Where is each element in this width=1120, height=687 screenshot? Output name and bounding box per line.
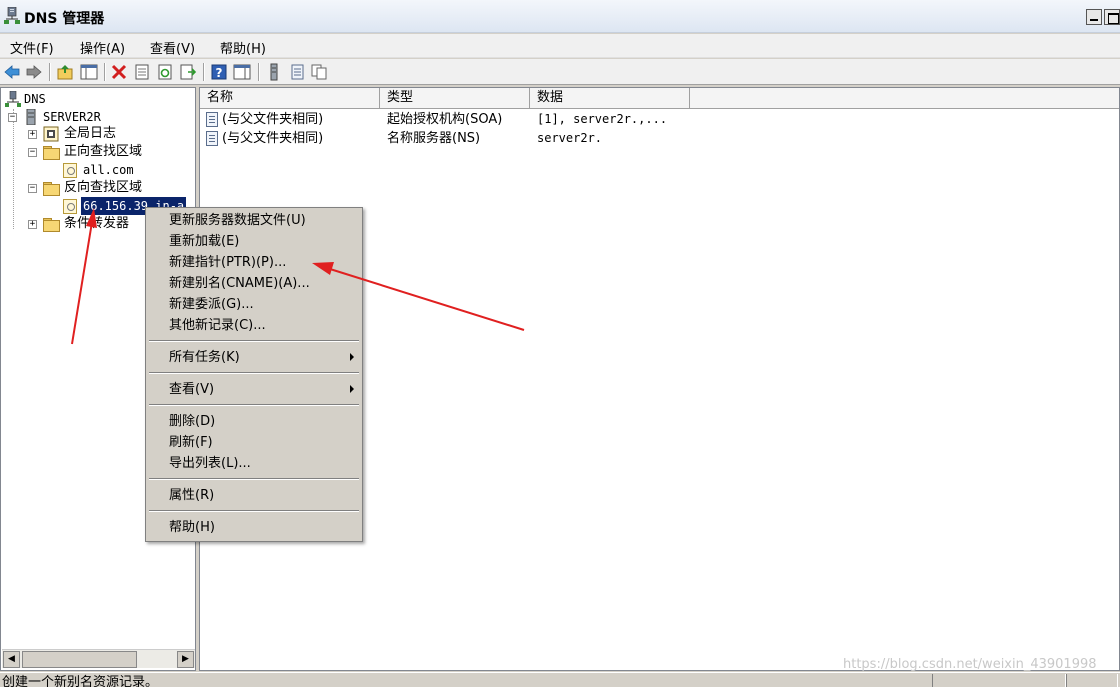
copy-icon[interactable] <box>310 63 328 81</box>
expand-icon[interactable]: + <box>28 220 37 229</box>
delete-icon[interactable] <box>110 63 128 81</box>
scroll-right-icon[interactable]: ▶ <box>177 651 194 668</box>
column-data[interactable]: 数据 <box>530 88 690 109</box>
console-icon[interactable] <box>233 63 251 81</box>
tree-label-reverse-zones: 反向查找区域 <box>64 180 143 195</box>
submenu-arrow-icon <box>350 353 354 361</box>
folder-icon <box>43 146 60 160</box>
expand-icon[interactable]: + <box>28 130 37 139</box>
menu-separator <box>149 340 359 342</box>
folder-icon <box>43 182 60 196</box>
server-icon[interactable] <box>265 63 283 81</box>
menu-item-refresh[interactable]: 刷新(F) <box>169 433 213 452</box>
up-folder-icon[interactable] <box>56 63 74 81</box>
dns-root-icon <box>5 91 21 107</box>
menu-file[interactable]: 文件(F) <box>8 37 56 58</box>
submenu-arrow-icon <box>350 385 354 393</box>
menu-separator <box>149 372 359 374</box>
record-icon <box>206 131 218 146</box>
properties-icon[interactable] <box>133 63 151 81</box>
tree-label-forward-zone-item: all.com <box>83 163 134 177</box>
menu-item-export-list[interactable]: 导出列表(L)... <box>169 454 251 473</box>
scrollbar-thumb[interactable] <box>22 651 137 668</box>
help-icon[interactable]: ? <box>210 63 228 81</box>
menu-help[interactable]: 帮助(H) <box>218 37 268 58</box>
window-title: DNS 管理器 <box>24 11 105 27</box>
collapse-icon[interactable]: − <box>28 184 37 193</box>
status-panel <box>1066 674 1118 687</box>
menu-bar: 文件(F) 操作(A) 查看(V) 帮助(H) <box>0 34 1120 58</box>
menu-item-view[interactable]: 查看(V) <box>169 380 214 399</box>
column-type[interactable]: 类型 <box>380 88 530 109</box>
forward-arrow-icon[interactable] <box>25 63 43 81</box>
maximize-button[interactable] <box>1104 9 1120 25</box>
folder-icon <box>43 218 60 232</box>
menu-item-help[interactable]: 帮助(H) <box>169 518 215 537</box>
menu-view[interactable]: 查看(V) <box>148 37 197 58</box>
cell-name: (与父文件夹相同) <box>222 131 324 146</box>
records-icon[interactable] <box>288 63 306 81</box>
zone-icon <box>63 163 77 178</box>
status-panel <box>932 674 1066 687</box>
record-icon <box>206 112 218 127</box>
back-arrow-icon[interactable] <box>3 63 21 81</box>
dns-server-icon <box>4 7 20 24</box>
table-row[interactable]: (与父文件夹相同) 名称服务器(NS) server2r. <box>200 129 900 148</box>
menu-item-delete[interactable]: 删除(D) <box>169 412 215 431</box>
menu-item-update-server-data-file[interactable]: 更新服务器数据文件(U) <box>169 211 306 230</box>
table-row[interactable]: (与父文件夹相同) 起始授权机构(SOA) [1], server2r.,... <box>200 110 900 129</box>
menu-action[interactable]: 操作(A) <box>78 37 127 58</box>
scroll-left-icon[interactable]: ◀ <box>3 651 20 668</box>
menu-item-new-delegation[interactable]: 新建委派(G)... <box>169 295 254 314</box>
watermark-text: https://blog.csdn.net/weixin_43901998 <box>843 657 1097 672</box>
tree-label-dns: DNS <box>24 92 46 106</box>
menu-item-properties[interactable]: 属性(R) <box>169 486 214 505</box>
event-log-icon <box>43 126 59 142</box>
zone-icon <box>63 199 77 214</box>
menu-separator <box>149 510 359 512</box>
cell-name: (与父文件夹相同) <box>222 112 324 127</box>
menu-item-new-pointer[interactable]: 新建指针(PTR)(P)... <box>169 253 286 272</box>
menu-item-reload[interactable]: 重新加载(E) <box>169 232 239 251</box>
toolbar: ? <box>0 59 1120 85</box>
tree-label-server: SERVER2R <box>43 110 101 124</box>
menu-item-new-alias[interactable]: 新建别名(CNAME)(A)... <box>169 274 310 293</box>
menu-item-other-new-records[interactable]: 其他新记录(C)... <box>169 316 266 335</box>
menu-item-all-tasks[interactable]: 所有任务(K) <box>169 348 240 367</box>
title-bar: DNS 管理器 <box>0 0 1120 33</box>
column-header: 名称 类型 数据 <box>200 88 1119 109</box>
context-menu: 更新服务器数据文件(U) 重新加载(E) 新建指针(PTR)(P)... 新建别… <box>145 207 363 542</box>
cell-type: 起始授权机构(SOA) <box>387 112 503 127</box>
menu-separator <box>149 404 359 406</box>
cell-data: [1], server2r.,... <box>537 112 668 126</box>
status-bar: 创建一个新别名资源记录。 <box>0 672 1120 687</box>
column-name[interactable]: 名称 <box>200 88 380 109</box>
refresh-icon[interactable] <box>156 63 174 81</box>
collapse-icon[interactable]: − <box>28 148 37 157</box>
status-text: 创建一个新别名资源记录。 <box>2 675 159 687</box>
tree-horizontal-scrollbar[interactable]: ◀ ▶ <box>2 649 195 668</box>
minimize-button[interactable] <box>1086 9 1102 25</box>
menu-separator <box>149 478 359 480</box>
cell-type: 名称服务器(NS) <box>387 131 481 146</box>
server-icon <box>26 109 36 125</box>
export-list-icon[interactable] <box>179 63 197 81</box>
collapse-icon[interactable]: − <box>8 113 17 122</box>
cell-data: server2r. <box>537 131 603 145</box>
tree-label-conditional-forwarders: 条件转发器 <box>64 216 130 231</box>
svg-text:?: ? <box>216 66 223 80</box>
show-hide-tree-icon[interactable] <box>80 63 98 81</box>
tree-label-global-log: 全局日志 <box>64 126 117 141</box>
tree-label-forward-zones: 正向查找区域 <box>64 144 143 159</box>
